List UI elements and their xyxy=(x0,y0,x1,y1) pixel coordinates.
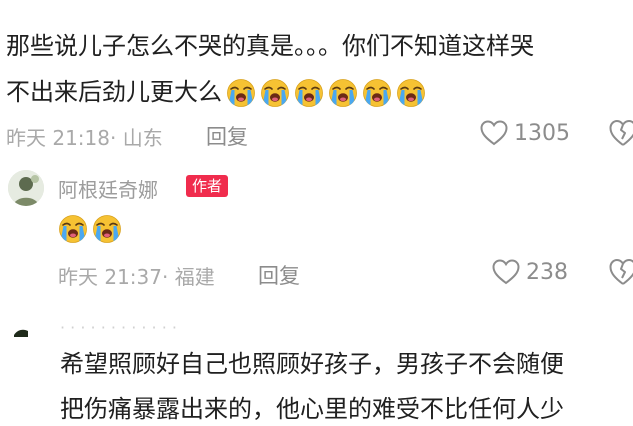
broken-heart-outline-icon[interactable] xyxy=(608,118,633,148)
comment-2-like-button[interactable]: 238 xyxy=(492,259,568,285)
loudly-crying-face-icon xyxy=(93,215,121,243)
comment-2-meta: 昨天 21:37· 福建 xyxy=(58,261,215,290)
loudly-crying-face-icon xyxy=(227,79,255,107)
comment-1-time: 昨天 21:18 xyxy=(6,126,110,150)
author-badge: 作者 xyxy=(186,175,229,197)
comment-1-text-line-2: 不出来后劲儿更大么 xyxy=(6,76,426,109)
comment-1-like-count: 1305 xyxy=(514,120,570,146)
loudly-crying-face-icon xyxy=(261,79,289,107)
clipped-avatar xyxy=(14,322,28,337)
loudly-crying-face-icon xyxy=(329,79,357,107)
comment-1-like-button[interactable]: 1305 xyxy=(480,120,570,146)
comment-1-text-line-1: 那些说儿子怎么不哭的真是。。。你们不知道这样哭 xyxy=(6,32,534,60)
comment-2-location: · 福建 xyxy=(162,265,215,289)
heart-outline-icon xyxy=(492,259,520,285)
comment-1-emoji-row xyxy=(226,78,426,108)
loudly-crying-face-icon xyxy=(59,215,87,243)
comment-2-username[interactable]: 阿根廷奇娜 xyxy=(58,174,158,203)
comment-1-location: · 山东 xyxy=(110,126,163,150)
comment-3-text-line-2: 把伤痛暴露出来的，他心里的难受不比任何人少 xyxy=(60,395,564,423)
clipped-username-line: · · · · · · · · · · · · xyxy=(60,318,177,337)
comment-3-text-line-1: 希望照顾好自己也照顾好孩子，男孩子不会随便 xyxy=(60,350,564,378)
comment-2-emoji-row xyxy=(58,214,122,244)
comment-2-time: 昨天 21:37 xyxy=(58,265,162,289)
avatar[interactable] xyxy=(8,170,44,206)
comment-1-reply-button[interactable]: 回复 xyxy=(206,121,248,151)
heart-outline-icon xyxy=(480,120,508,146)
broken-heart-outline-icon[interactable] xyxy=(608,257,633,287)
comment-2-reply-button[interactable]: 回复 xyxy=(258,260,300,290)
comment-1-text-line-2-text: 不出来后劲儿更大么 xyxy=(6,78,222,106)
comment-1-meta: 昨天 21:18· 山东 xyxy=(6,122,163,151)
loudly-crying-face-icon xyxy=(363,79,391,107)
clipped-top-text: · · · · · xyxy=(14,0,84,6)
avatar-image xyxy=(8,170,44,206)
comment-2-like-count: 238 xyxy=(526,259,568,285)
loudly-crying-face-icon xyxy=(397,79,425,107)
loudly-crying-face-icon xyxy=(295,79,323,107)
